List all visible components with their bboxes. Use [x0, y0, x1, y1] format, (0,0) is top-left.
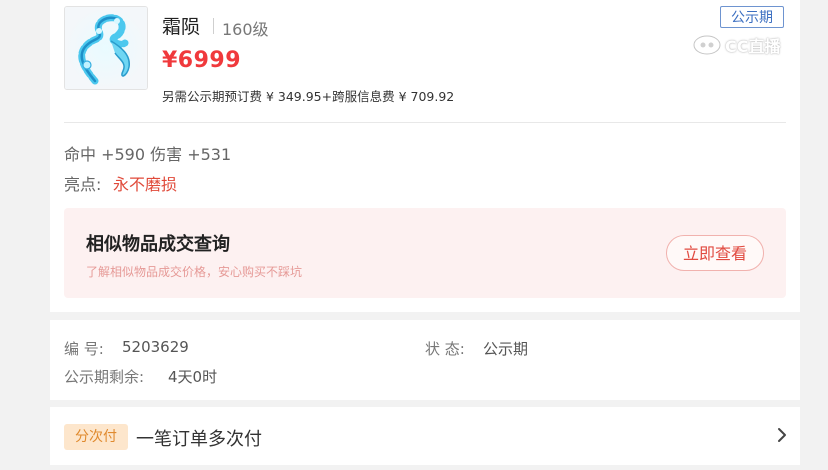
status-label: 状 态:: [425, 340, 465, 358]
item-fee-note: 另需公示期预订费 ¥ 349.95+跨服信息费 ¥ 709.92: [162, 89, 455, 104]
status-value: 公示期: [483, 340, 529, 358]
id-value: 5203629: [122, 338, 189, 356]
item-price: ¥6999: [162, 48, 242, 73]
installment-badge: 分次付: [64, 424, 128, 450]
item-level: 160级: [222, 20, 269, 39]
installment-row[interactable]: 分次付 一笔订单多次付: [50, 407, 800, 465]
similar-items-banner[interactable]: 相似物品成交查询 了解相似物品成交价格，安心购买不踩坑 立即查看: [64, 208, 786, 298]
installment-text: 一笔订单多次付: [136, 429, 262, 450]
info-card: 编 号: 5203629 状 态: 公示期 公示期剩余: 4天0时: [50, 320, 800, 400]
highlight-value: 永不磨损: [113, 175, 178, 194]
similar-title: 相似物品成交查询: [86, 234, 230, 255]
remaining-value: 4天0时: [168, 368, 218, 386]
chevron-right-icon[interactable]: [772, 425, 792, 445]
item-stats: 命中 +590 伤害 +531: [64, 145, 232, 164]
highlight-label: 亮点:: [64, 175, 102, 194]
item-name: 霜陨: [162, 16, 201, 38]
item-card: 霜陨 160级 ¥6999 另需公示期预订费 ¥ 349.95+跨服信息费 ¥ …: [50, 0, 800, 312]
item-image[interactable]: [64, 6, 148, 90]
similar-subtitle: 了解相似物品成交价格，安心购买不踩坑: [86, 265, 303, 279]
divider: [64, 122, 786, 123]
name-level-divider: [213, 18, 214, 34]
id-label: 编 号:: [64, 340, 104, 358]
status-badge: 公示期: [720, 6, 784, 28]
view-now-button[interactable]: 立即查看: [666, 235, 764, 271]
remaining-label: 公示期剩余:: [64, 368, 145, 386]
ice-chain-weapon-icon: [65, 7, 147, 89]
